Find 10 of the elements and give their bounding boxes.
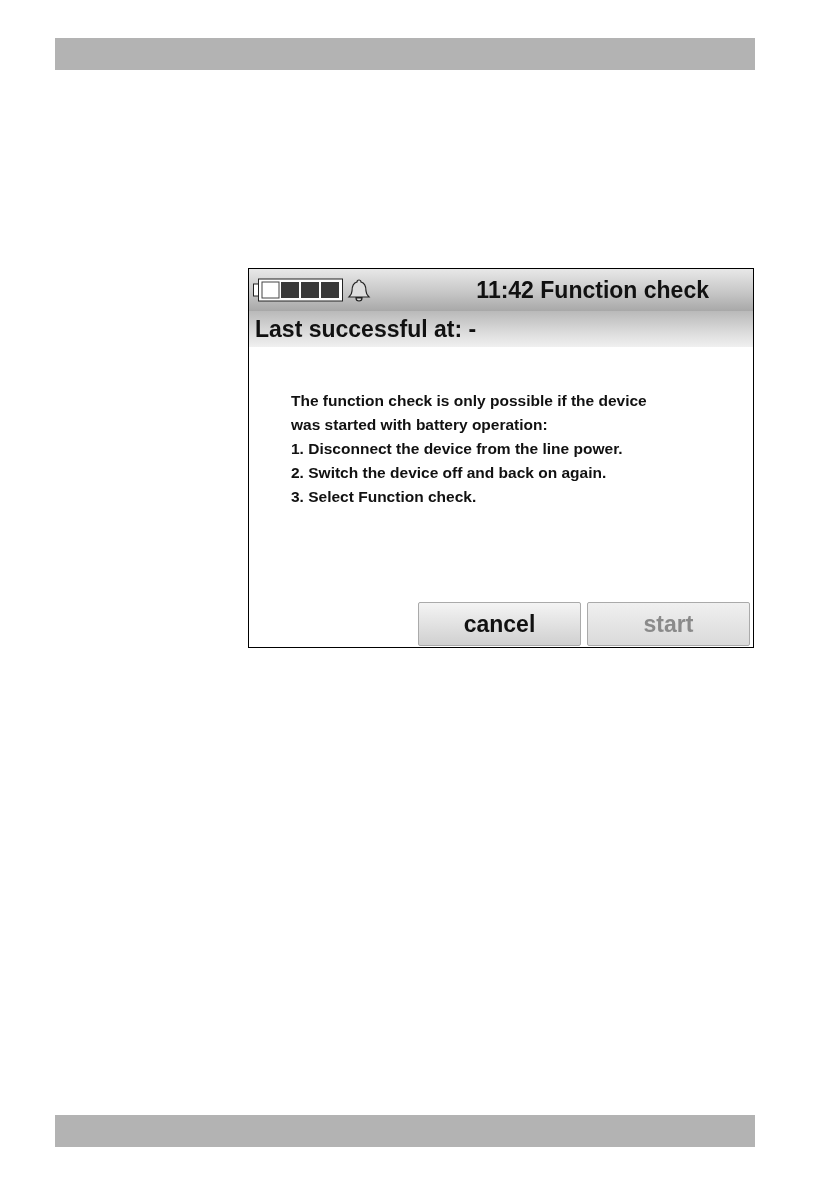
message-line: 3. Select Function check. — [291, 487, 478, 507]
bell-icon — [347, 278, 371, 302]
cancel-button[interactable]: cancel — [418, 602, 581, 646]
last-successful-label: Last successful at: - — [255, 315, 477, 343]
screen-title: 11:42 Function check — [475, 276, 710, 304]
message-line: was started with battery operation: — [291, 415, 549, 435]
message-line: 2. Switch the device off and back on again. — [291, 463, 608, 483]
message-line: 1. Disconnect the device from the line power. — [291, 439, 624, 459]
message-line: The function check is only possible if the device — [291, 391, 648, 411]
battery-icon — [253, 278, 343, 302]
